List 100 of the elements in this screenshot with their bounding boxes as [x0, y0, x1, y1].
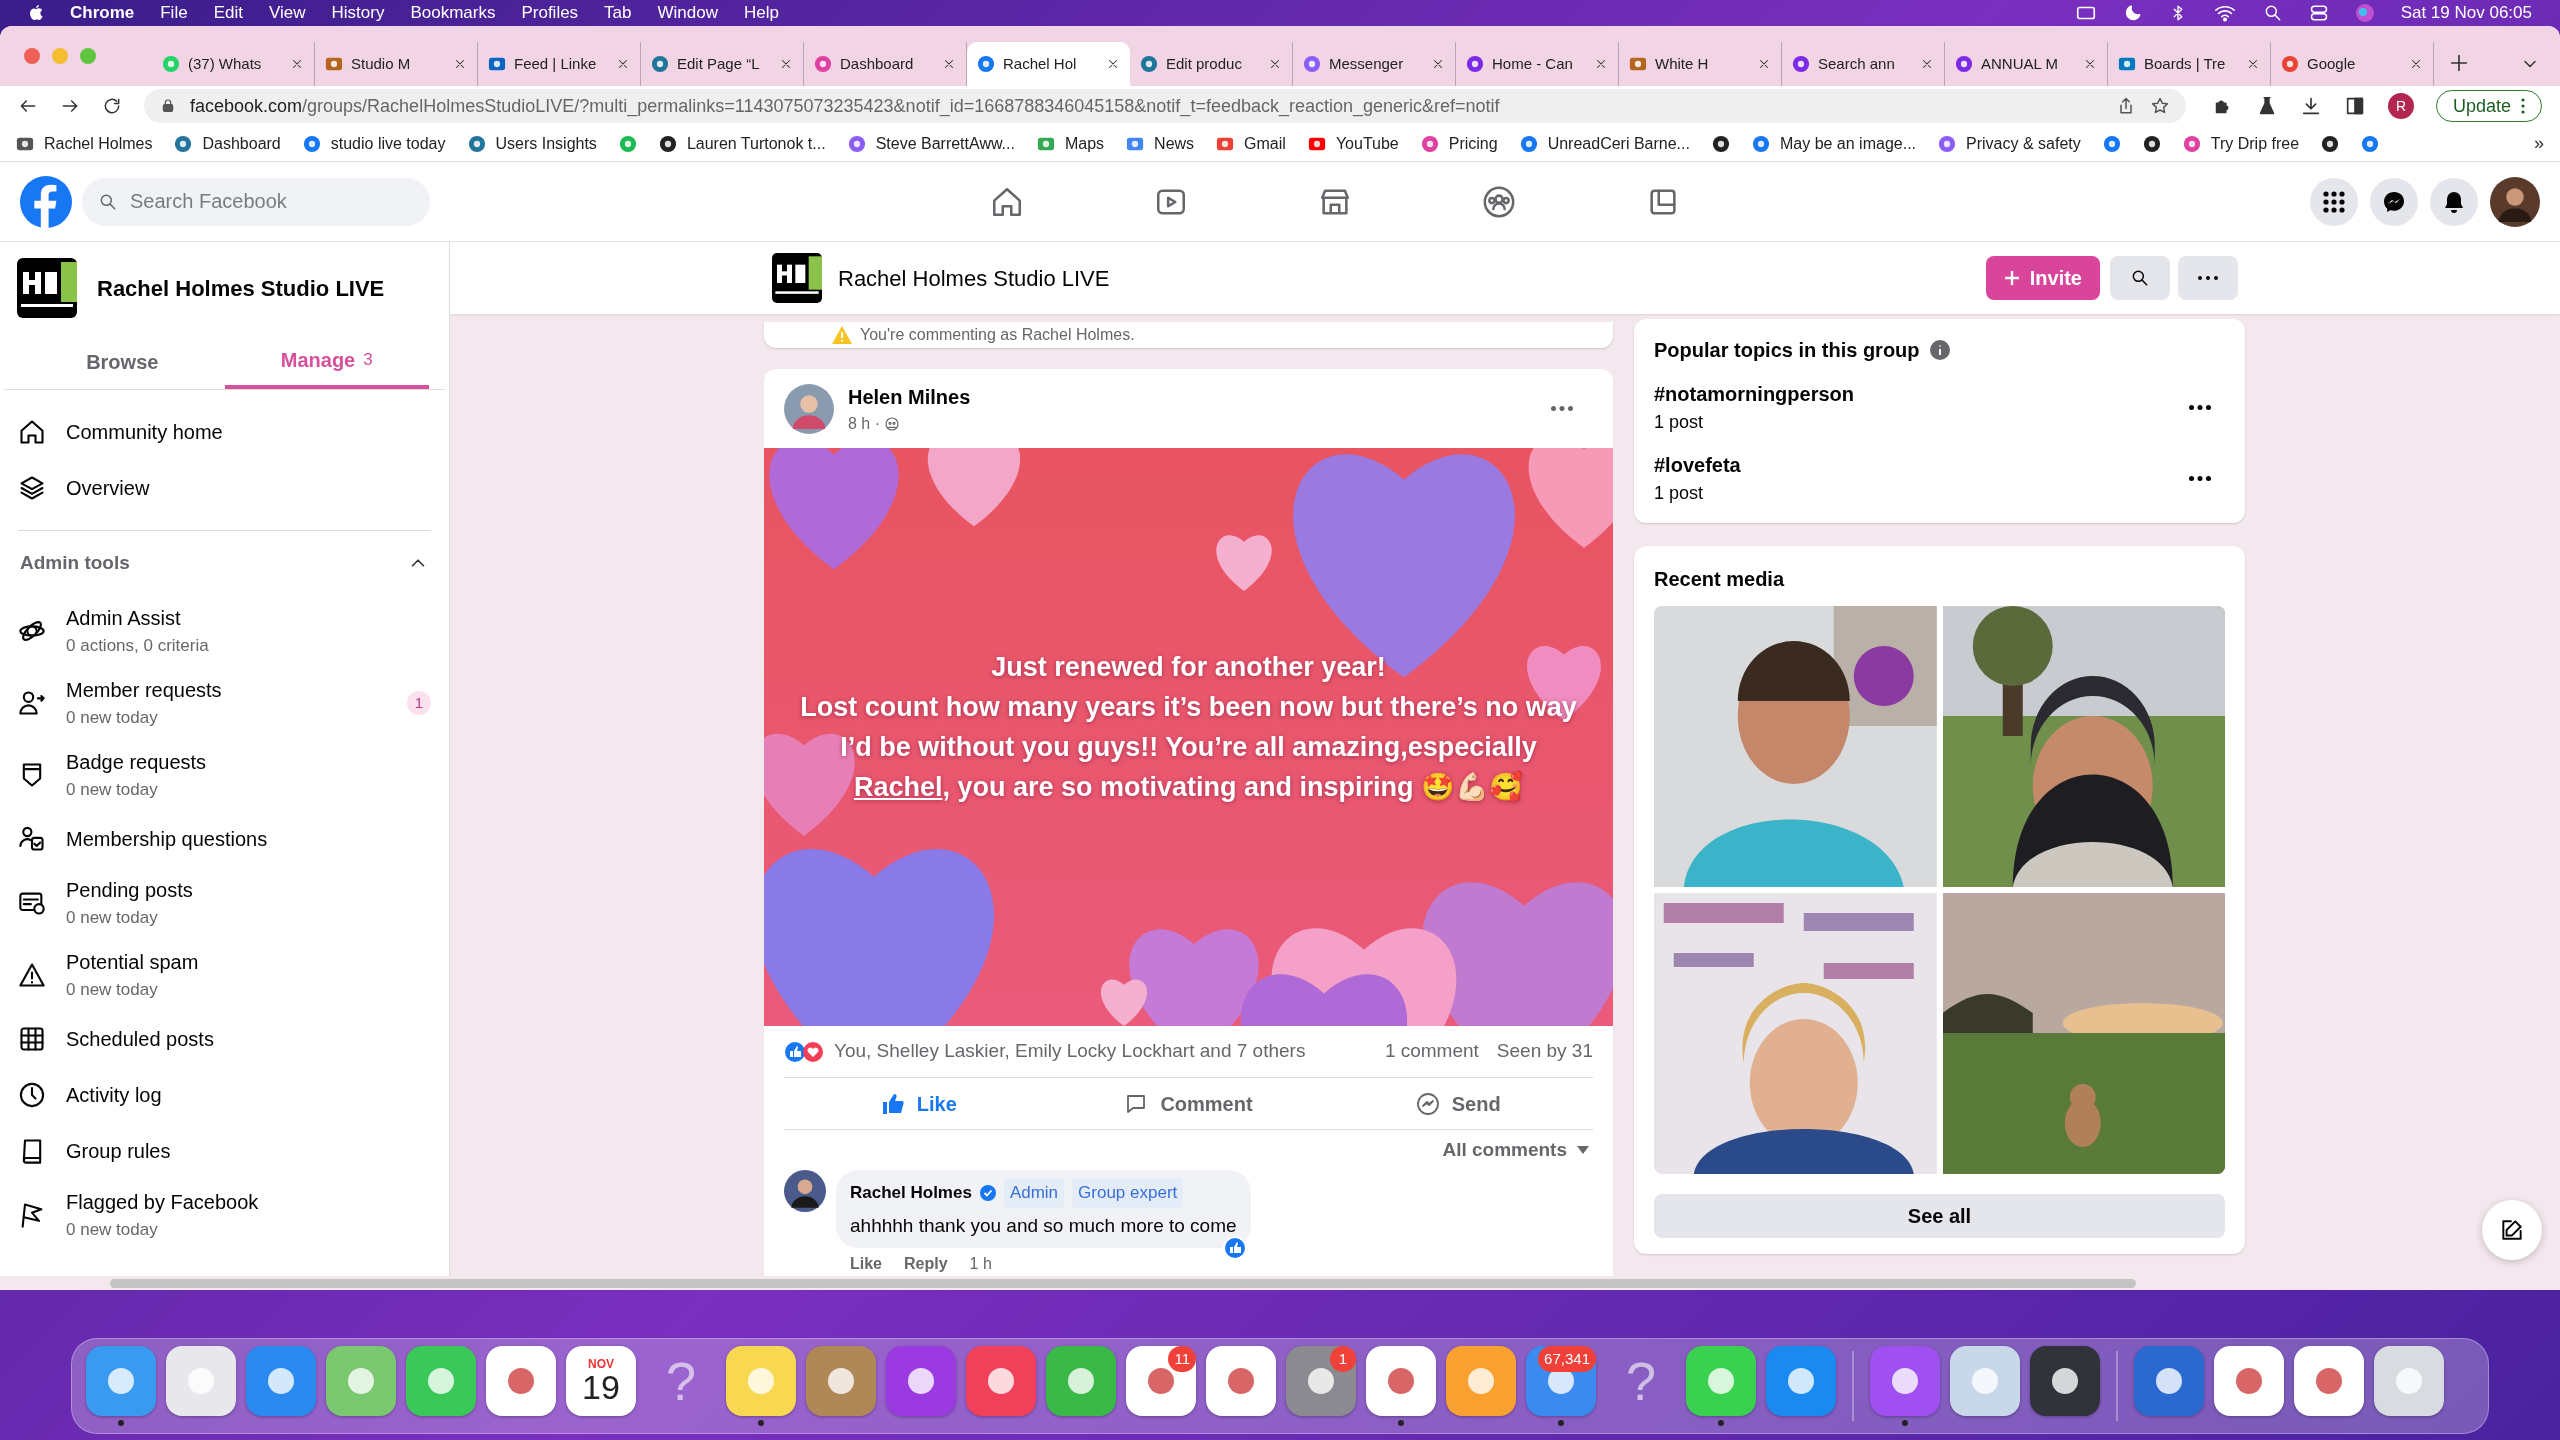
browser-tab[interactable]: (37) Whats	[152, 42, 315, 86]
post-time[interactable]: 8 h ·	[848, 411, 880, 436]
close-icon[interactable]	[942, 57, 956, 71]
close-icon[interactable]	[2083, 57, 2097, 71]
bookmark[interactable]: May be an image...	[1751, 131, 1917, 156]
sidebar-item[interactable]: Member requests 0 new today 1	[0, 667, 449, 739]
more-icon[interactable]	[2189, 405, 2211, 410]
search-field[interactable]: Search Facebook	[82, 177, 430, 226]
app-icon[interactable]	[406, 1346, 476, 1416]
close-icon[interactable]	[1920, 57, 1934, 71]
bookmark[interactable]: YouTube	[1307, 131, 1399, 156]
account-avatar[interactable]	[2490, 176, 2540, 227]
close-icon[interactable]	[1268, 57, 1282, 71]
app-icon[interactable]	[2214, 1346, 2284, 1416]
bookmark[interactable]	[2321, 134, 2340, 153]
close-icon[interactable]	[616, 57, 630, 71]
commenter-name[interactable]: Rachel Holmes	[850, 1180, 972, 1206]
app-icon[interactable]	[2294, 1346, 2364, 1416]
browser-tab[interactable]: Feed | Linke	[478, 42, 641, 86]
app-icon[interactable]	[1046, 1346, 1116, 1416]
app-icon[interactable]	[166, 1346, 236, 1416]
bookmark[interactable]: Steve BarrettAww...	[847, 131, 1015, 156]
new-tab-icon[interactable]	[2448, 52, 2470, 74]
group-name[interactable]: Rachel Holmes Studio LIVE	[838, 261, 1110, 295]
sidebar-item[interactable]: Membership questions	[0, 811, 449, 867]
bookmark[interactable]: Users Insights	[467, 131, 597, 156]
app-icon[interactable]	[1950, 1346, 2020, 1416]
sidebar-item[interactable]: Activity log	[0, 1067, 449, 1123]
menu-item[interactable]: History	[331, 0, 385, 26]
sidebar-tab[interactable]: Browse	[20, 334, 225, 389]
app-icon[interactable]	[246, 1346, 316, 1416]
app-icon[interactable]	[486, 1346, 556, 1416]
sidebar-item[interactable]: Admin Assist 0 actions, 0 criteria	[0, 595, 449, 667]
star-icon[interactable]	[2149, 96, 2170, 116]
bookmark[interactable]: Privacy & safety	[1938, 131, 2081, 156]
browser-tab[interactable]: Messenger	[1293, 42, 1456, 86]
app-icon[interactable]	[1766, 1346, 1836, 1416]
app-icon[interactable]	[2030, 1346, 2100, 1416]
menu-item[interactable]: Tab	[604, 0, 632, 26]
sidebar-item[interactable]: Scheduled posts	[0, 1011, 449, 1067]
app-icon[interactable]	[1870, 1346, 1940, 1416]
browser-tab[interactable]: Rachel Hol	[967, 42, 1130, 86]
app-icon[interactable]	[1206, 1346, 1276, 1416]
browser-tab[interactable]: Home - Can	[1456, 42, 1619, 86]
browser-tab[interactable]: Boards | Tre	[2108, 42, 2271, 86]
sidebar-item[interactable]: Potential spam 0 new today	[0, 939, 449, 1011]
search-button[interactable]	[2110, 256, 2170, 300]
siri-icon[interactable]	[2354, 3, 2375, 23]
commenter-avatar[interactable]	[784, 1170, 826, 1212]
scrollbar-thumb[interactable]	[110, 1278, 2136, 1288]
close-icon[interactable]	[1757, 57, 1771, 71]
notifications-button[interactable]	[2430, 177, 2478, 226]
messenger-button[interactable]	[2370, 177, 2418, 226]
app-icon[interactable]	[1686, 1346, 1756, 1416]
app-icon[interactable]	[806, 1346, 876, 1416]
comment-action-link[interactable]: Like	[850, 1252, 882, 1276]
bookmark[interactable]: Lauren Turtonok t...	[658, 131, 826, 156]
sidebar-item[interactable]: Community home	[0, 404, 449, 460]
browser-tab[interactable]: Google	[2271, 42, 2434, 86]
bookmark[interactable]: Gmail	[1216, 131, 1286, 156]
bookmark[interactable]: studio live today	[302, 131, 446, 156]
app-icon[interactable]	[1366, 1346, 1436, 1416]
comment-count[interactable]: 1 comment	[1384, 1037, 1479, 1066]
sidebar-item[interactable]: Pending posts 0 new today	[0, 867, 449, 939]
close-icon[interactable]	[1431, 57, 1445, 71]
app-icon[interactable]	[1446, 1346, 1516, 1416]
browser-tab[interactable]: Edit produc	[1130, 42, 1293, 86]
close-icon[interactable]	[453, 57, 467, 71]
menu-item[interactable]: File	[160, 0, 188, 26]
send-button[interactable]: Send	[1323, 1078, 1593, 1129]
bookmark[interactable]: Dashboard	[174, 131, 281, 156]
menu-button[interactable]	[2310, 177, 2358, 226]
menu-clock[interactable]: Sat 19 Nov 06:05	[2400, 0, 2532, 26]
menu-item[interactable]: Window	[657, 0, 718, 26]
menu-item[interactable]: Bookmarks	[410, 0, 496, 26]
topic-tag[interactable]: #notamorningperson	[1654, 379, 2189, 409]
menu-item[interactable]: Help	[744, 0, 779, 26]
app-menu[interactable]: Chrome	[70, 0, 135, 26]
more-bookmarks-button[interactable]: »	[2534, 130, 2544, 157]
close-icon[interactable]	[779, 57, 793, 71]
sidebar-item[interactable]: Flagged by Facebook 0 new today	[0, 1179, 449, 1251]
app-icon[interactable]	[886, 1346, 956, 1416]
app-icon[interactable]	[2374, 1346, 2444, 1416]
close-icon[interactable]	[1106, 57, 1120, 71]
more-icon[interactable]	[2189, 476, 2211, 481]
reactions-icon[interactable]	[784, 1040, 824, 1063]
browser-tab[interactable]: White H	[1619, 42, 1782, 86]
see-all-button[interactable]: See all	[1654, 1194, 2225, 1238]
info-icon[interactable]	[1929, 340, 1950, 360]
apple-logo-icon[interactable]	[28, 4, 44, 22]
profile-avatar[interactable]: R	[2387, 93, 2414, 119]
close-icon[interactable]	[2246, 57, 2260, 71]
comment-action-link[interactable]: Reply	[904, 1252, 948, 1276]
like-reaction-icon[interactable]	[1222, 1236, 1247, 1260]
close-icon[interactable]	[1594, 57, 1608, 71]
author-avatar[interactable]	[784, 383, 834, 434]
browser-tab[interactable]: ANNUAL M	[1945, 42, 2108, 86]
author-name[interactable]: Helen Milnes	[848, 381, 1537, 412]
app-icon[interactable]: 11	[1126, 1346, 1196, 1416]
bookmark[interactable]	[1711, 134, 1730, 153]
